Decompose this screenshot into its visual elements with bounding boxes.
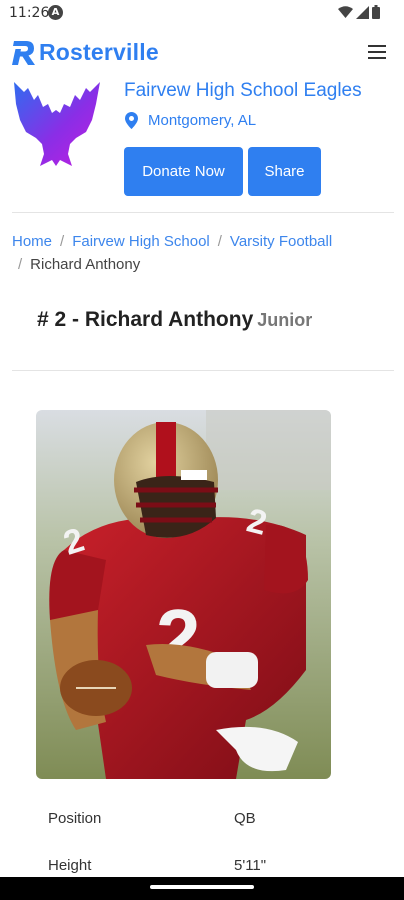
share-button[interactable]: Share xyxy=(248,147,321,196)
school-name[interactable]: Fairvew High School Eagles xyxy=(124,80,362,102)
system-navigation-bar xyxy=(0,877,404,900)
hamburger-menu-icon[interactable] xyxy=(368,44,386,60)
location-pin-icon xyxy=(125,111,138,129)
stat-label: Height xyxy=(48,857,92,874)
breadcrumb-team-link[interactable]: Varsity Football xyxy=(230,233,332,250)
divider xyxy=(12,370,394,371)
breadcrumb-current: Richard Anthony xyxy=(30,256,141,273)
divider xyxy=(12,212,394,213)
player-class-year: Junior xyxy=(257,310,313,330)
breadcrumb-separator: / xyxy=(18,256,23,273)
player-heading: # 2 - Richard Anthony xyxy=(37,308,254,331)
battery-icon xyxy=(372,5,380,19)
brand-name[interactable]: Rosterville xyxy=(39,39,159,66)
breadcrumb-home-link[interactable]: Home xyxy=(12,233,52,250)
breadcrumb-separator: / xyxy=(217,233,222,250)
breadcrumb: Home / Fairvew High School / Varsity Footbal… xyxy=(12,230,392,276)
status-icons xyxy=(338,5,380,19)
eagle-logo-icon xyxy=(14,82,100,166)
signal-icon xyxy=(356,5,369,19)
rosterville-logo-icon[interactable] xyxy=(11,39,37,67)
home-gesture-handle[interactable] xyxy=(150,885,254,889)
wifi-icon xyxy=(338,5,353,18)
stat-value: 5'11" xyxy=(234,857,267,874)
breadcrumb-school-link[interactable]: Fairvew High School xyxy=(72,233,210,250)
location-text: Montgomery, AL xyxy=(148,111,257,129)
school-location: Montgomery, AL xyxy=(125,110,256,130)
app-header: Rosterville xyxy=(0,34,404,72)
player-photo: 2 2 2 xyxy=(36,410,331,779)
accessibility-icon: A xyxy=(48,5,63,20)
donate-now-button[interactable]: Donate Now xyxy=(124,147,243,196)
status-bar: 11:26 A xyxy=(0,0,404,26)
player-title: # 2 - Richard Anthony Junior xyxy=(37,308,312,332)
stat-value: QB xyxy=(234,810,256,827)
status-time: 11:26 xyxy=(9,5,50,21)
stat-label: Position xyxy=(48,810,102,827)
breadcrumb-separator: / xyxy=(60,233,65,250)
